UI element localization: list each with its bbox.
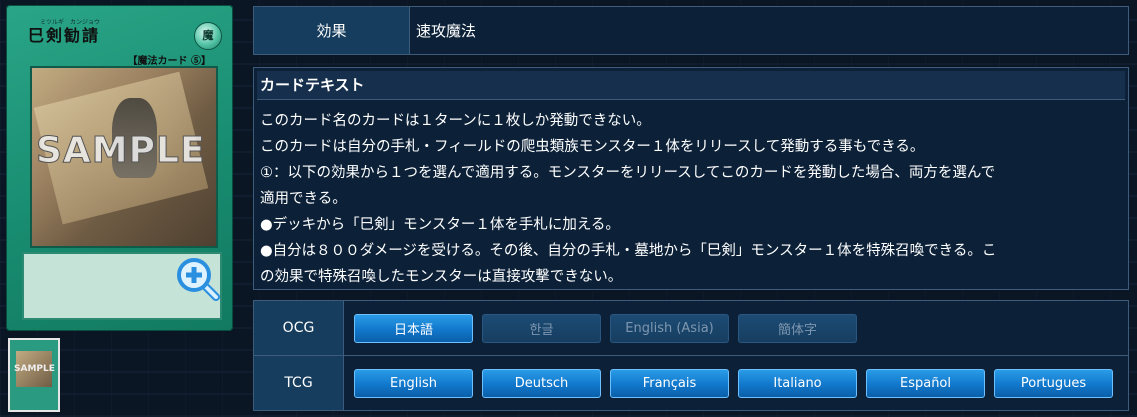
effect-row: 効果 速攻魔法: [253, 6, 1129, 55]
ocg-label: OCG: [254, 301, 344, 355]
card-name: 巳剣勧請: [28, 26, 101, 45]
ocg-row: OCG 日本語 한글 English (Asia) 簡体字: [254, 301, 1128, 356]
tcg-label: TCG: [254, 356, 344, 410]
card-text-title: カードテキスト: [257, 71, 1125, 100]
lang-button-portugues[interactable]: Portugues: [994, 369, 1113, 398]
language-selector: OCG 日本語 한글 English (Asia) 簡体字 TCG Englis…: [253, 300, 1129, 411]
card-image[interactable]: ミツルギ カンジョウ 巳剣勧請 魔 【魔法カード ⑤】 SAMPLE: [6, 5, 233, 331]
effect-label: 効果: [254, 7, 410, 54]
card-thumbnail[interactable]: SAMPLE: [8, 338, 60, 412]
lang-button-deutsch[interactable]: Deutsch: [482, 369, 601, 398]
lang-button-simplified-chinese: 簡体字: [738, 314, 857, 343]
lang-button-english[interactable]: English: [354, 369, 473, 398]
sample-watermark: SAMPLE: [36, 130, 206, 172]
lang-button-espanol[interactable]: Español: [866, 369, 985, 398]
tcg-row: TCG English Deutsch Français Italiano Es…: [254, 356, 1128, 410]
zoom-in-icon[interactable]: [174, 255, 222, 303]
spell-attribute-icon: 魔: [194, 22, 222, 50]
card-text-body: このカード名のカードは１ターンに１枚しか発動できない。 このカードは自分の手札・…: [260, 113, 997, 285]
effect-value: 速攻魔法: [410, 7, 1128, 54]
lang-button-english-asia: English (Asia): [610, 314, 729, 343]
lang-button-japanese[interactable]: 日本語: [354, 314, 473, 343]
thumbnail-watermark: SAMPLE: [14, 364, 55, 374]
card-type-line: 【魔法カード ⑤】: [127, 56, 211, 67]
card-text-panel: カードテキスト このカード名のカードは１ターンに１枚しか発動できない。 このカー…: [253, 67, 1129, 290]
lang-button-korean: 한글: [482, 314, 601, 343]
lang-button-francais[interactable]: Français: [610, 369, 729, 398]
lang-button-italiano[interactable]: Italiano: [738, 369, 857, 398]
